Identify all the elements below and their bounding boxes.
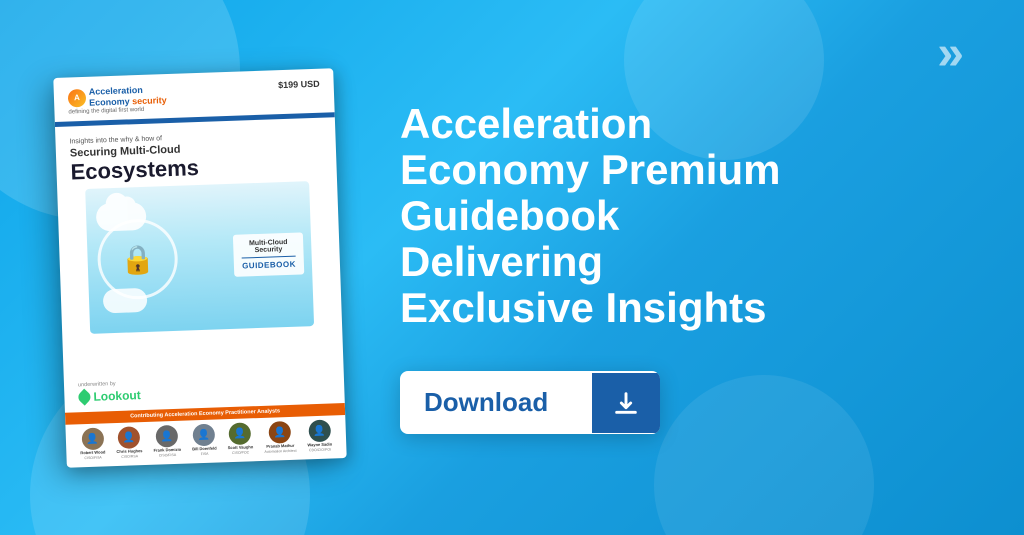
avatar-4: 👤 xyxy=(193,423,216,446)
book-body: Insights into the why & how of Securing … xyxy=(55,124,343,376)
lock-icon: 🔒 xyxy=(120,242,156,276)
contrib-title-5: CISO/POC xyxy=(232,451,249,455)
book-illustration: 🔒 Multi-Cloud Security GUIDEBOOK xyxy=(85,180,314,333)
contributor-5: 👤 Scott Vaughn CISO/POC xyxy=(227,422,254,456)
contributor-7: 👤 Wayne Sadin CDO/CIO/POI xyxy=(307,419,333,452)
contrib-title-7: CDO/CIO/POI xyxy=(309,448,331,453)
download-label: Download xyxy=(424,387,548,417)
contrib-title-4: FISA xyxy=(201,452,209,456)
guidebook-label: Multi-Cloud Security GUIDEBOOK xyxy=(233,232,304,276)
avatar-1: 👤 xyxy=(81,427,104,450)
download-icon-area xyxy=(592,373,660,433)
contrib-title-6: Automation Architect xyxy=(264,449,296,454)
guidebook-line3: GUIDEBOOK xyxy=(242,259,296,270)
avatar-2: 👤 xyxy=(118,426,141,449)
contributor-2: 👤 Chris Hughes CISO/RSA xyxy=(116,426,143,460)
contrib-title-1: CISO/FISA xyxy=(84,456,101,460)
download-arrow-icon xyxy=(612,389,640,417)
lock-circle: 🔒 xyxy=(96,217,179,300)
avatar-6: 👤 xyxy=(268,421,291,444)
logo-name: AccelerationEconomy security xyxy=(89,84,167,108)
avatar-3: 👤 xyxy=(155,425,178,448)
avatar-7: 👤 xyxy=(308,419,331,442)
guidebook-divider xyxy=(242,255,296,258)
book-cover: A AccelerationEconomy security defining … xyxy=(53,68,346,468)
price-tag: $199 USD xyxy=(278,78,320,89)
main-content: A AccelerationEconomy security defining … xyxy=(0,0,1024,535)
lookout-leaf-icon xyxy=(76,388,93,405)
contributors-row: 👤 Robert Wood CISO/FISA 👤 Chris Hughes C… xyxy=(65,415,346,467)
download-text-area: Download xyxy=(400,371,592,434)
contributor-4: 👤 Bill Doenfeld FISA xyxy=(191,423,217,456)
right-panel: Acceleration Economy Premium Guidebook D… xyxy=(400,101,964,435)
main-headline: Acceleration Economy Premium Guidebook D… xyxy=(400,101,964,332)
contrib-title-3: CISO/FISA xyxy=(159,454,176,458)
logo-area: A AccelerationEconomy security defining … xyxy=(68,84,167,115)
avatar-5: 👤 xyxy=(229,422,252,445)
contrib-title-2: CISO/RSA xyxy=(121,455,138,459)
contributor-1: 👤 Robert Wood CISO/FISA xyxy=(80,427,106,460)
download-button[interactable]: Download xyxy=(400,371,660,434)
contributor-6: 👤 Pranab Mathur Automation Architect xyxy=(263,421,296,455)
background: » A AccelerationEconomy security definin… xyxy=(0,0,1024,535)
contributor-3: 👤 Frank Domizio CISO/FISA xyxy=(153,425,182,459)
